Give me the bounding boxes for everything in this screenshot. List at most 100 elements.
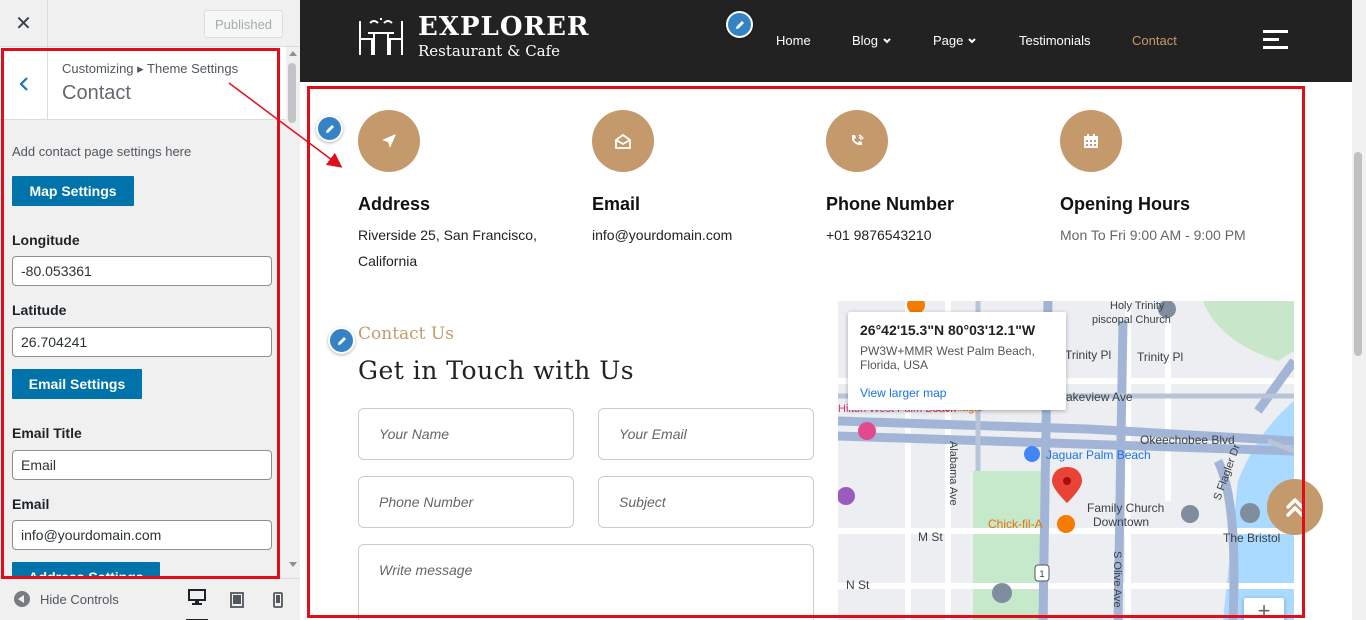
tablet-icon [230,592,244,608]
longitude-label: Longitude [12,232,80,248]
chevron-left-icon [18,76,28,91]
hours-text: Mon To Fri 9:00 AM - 9:00 PM [1060,227,1246,243]
map-zoom-in-button[interactable]: + [1244,598,1284,620]
scroll-down-icon[interactable] [289,562,297,567]
map-label-family-church: Family Church [1087,501,1164,515]
desktop-preview-button[interactable] [186,589,208,620]
site-preview: EXPLORER Restaurant & Cafe Home Blog Pag… [300,0,1366,620]
breadcrumb: Customizing ▸ Theme Settings [62,61,239,76]
double-chevron-up-icon [1286,498,1304,517]
customizer-scrollbar[interactable] [286,47,300,578]
map-info-card: 26°42'15.3"N 80°03'12.1"W PW3W+MMR West … [848,312,1066,410]
contact-subtitle: Contact Us [358,324,454,344]
edit-shortcut-info[interactable] [316,115,343,142]
address-settings-button[interactable]: Address Settings [12,562,160,578]
nav-page-label: Page [933,33,964,48]
email-input[interactable]: info@yourdomain.com [12,520,272,550]
edit-shortcut-contact[interactable] [328,327,355,354]
scroll-to-top-button[interactable] [1267,479,1323,535]
logo-title: EXPLORER [418,12,590,42]
nav-blog-label: Blog [852,33,879,48]
hours-title: Opening Hours [1060,194,1190,214]
email-title-label: Email Title [12,425,82,441]
email-block: Email info@yourdomain.com [592,110,822,243]
close-icon[interactable]: ✕ [0,0,48,47]
nav-contact[interactable]: Contact [1132,33,1177,48]
customizer-topbar: ✕ Published [0,0,300,47]
view-larger-map-link[interactable]: View larger map [860,386,946,400]
map-label-downtown: Downtown [1093,515,1149,529]
site-header: EXPLORER Restaurant & Cafe Home Blog Pag… [300,0,1352,82]
published-button[interactable]: Published [204,10,283,38]
email-settings-button[interactable]: Email Settings [12,369,142,399]
back-button[interactable] [0,47,48,120]
address-line2: California [358,253,418,269]
section-header: Customizing ▸ Theme Settings Contact [0,47,286,120]
nav-page[interactable]: Page [933,33,977,48]
email-title: Email [592,194,641,214]
map-label-holy-trinity: Holy Trinity [1110,301,1165,312]
map-settings-button[interactable]: Map Settings [12,176,134,206]
map-label-n-st: N St [846,578,870,592]
map-label-chickfila: Chick-fil-A [988,517,1043,531]
latitude-label: Latitude [12,302,67,318]
calendar-icon [1060,110,1122,172]
site-logo[interactable]: EXPLORER Restaurant & Cafe [352,13,590,61]
scroll-thumb[interactable] [288,63,296,123]
preview-scroll-thumb[interactable] [1354,152,1362,356]
mobile-icon [273,592,283,608]
pencil-icon [325,124,334,133]
address-title: Address [358,194,431,214]
desktop-icon [188,589,206,605]
screen: ✕ Published Customizing ▸ Theme Settings… [0,0,1366,620]
latitude-input[interactable]: 26.704241 [12,327,272,357]
scroll-up-icon[interactable] [289,51,297,56]
email-label: Email [12,496,50,512]
collapse-icon [14,591,30,607]
phone-text: +01 9876543210 [826,227,932,243]
name-input[interactable]: Your Name [358,408,574,460]
email-title-input[interactable]: Email [12,450,272,480]
map-label-m-st: M St [918,530,943,544]
restaurant-logo-icon [359,18,403,55]
email-input[interactable]: Your Email [598,408,814,460]
envelope-open-icon [592,110,654,172]
preview-scrollbar[interactable] [1352,0,1366,620]
subject-input[interactable]: Subject [598,476,814,528]
pencil-icon [337,336,346,345]
location-arrow-icon [358,110,420,172]
section-description: Add contact page settings here [12,144,192,159]
edit-shortcut-header[interactable] [726,11,753,38]
hamburger-menu-icon[interactable] [1263,30,1288,50]
map-label-okeechobee: Okeechobee Blvd [1140,433,1235,447]
customizer-panel: ✕ Published Customizing ▸ Theme Settings… [0,0,300,620]
nav-testimonials[interactable]: Testimonials [1019,33,1091,48]
hide-controls-button[interactable]: Hide Controls [14,591,119,607]
customizer-controls: Customizing ▸ Theme Settings Contact Add… [0,47,286,578]
map-label-lakeview: akeview Ave [1066,390,1133,404]
map-label-s-olive: S Olive Ave [1111,551,1123,608]
phone-title: Phone Number [826,194,955,214]
map-label-bristol: The Bristol [1223,531,1280,545]
tablet-preview-button[interactable] [226,589,248,611]
map-label-alabama: Alabama Ave [947,441,959,506]
email-text: info@yourdomain.com [592,227,733,243]
hours-block: Opening Hours Mon To Fri 9:00 AM - 9:00 … [1060,110,1290,243]
hide-controls-label: Hide Controls [40,591,119,607]
map-label-trinity-pl-1: Trinity Pl [1065,348,1111,362]
map-label-jaguar: Jaguar Palm Beach [1046,448,1151,462]
pencil-icon [735,20,744,29]
contact-heading: Get in Touch with Us [358,356,635,385]
customizer-footer: Hide Controls [0,578,300,620]
mobile-preview-button[interactable] [267,589,289,611]
nav-blog[interactable]: Blog [852,33,892,48]
message-textarea[interactable]: Write message [358,544,814,620]
logo-subtitle: Restaurant & Cafe [418,42,561,60]
google-map[interactable]: 1 Holy Trinity piscopal Church Trinity P… [838,301,1294,620]
chevron-down-icon [968,37,977,43]
nav-home[interactable]: Home [776,33,811,48]
map-label-episcopal: piscopal Church [1092,314,1171,326]
phone-input[interactable]: Phone Number [358,476,574,528]
chevron-down-icon [883,37,891,43]
longitude-input[interactable]: -80.053361 [12,256,272,286]
